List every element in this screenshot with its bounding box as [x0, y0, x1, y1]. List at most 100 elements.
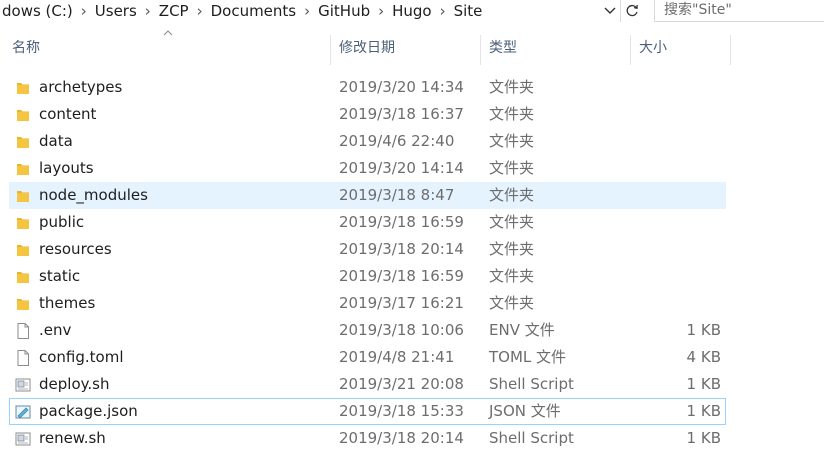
file-modified-date: 2019/3/18 20:14 [339, 429, 464, 447]
file-row[interactable]: package.json 2019/3/18 15:33 JSON 文件 1 KB [9, 398, 726, 425]
file-size: 1 KB [686, 402, 721, 420]
breadcrumb-separator[interactable]: › [434, 0, 452, 22]
breadcrumb-zcp[interactable]: ZCP [157, 0, 191, 22]
column-header-size-label: 大小 [639, 40, 667, 56]
file-type: TOML 文件 [489, 348, 567, 366]
file-row[interactable]: config.toml 2019/4/8 21:41 TOML 文件 4 KB [9, 344, 726, 371]
breadcrumb-users[interactable]: Users [93, 0, 139, 22]
file-modified-date: 2019/4/8 21:41 [339, 348, 455, 366]
file-row[interactable]: .env 2019/3/18 10:06 ENV 文件 1 KB [9, 317, 726, 344]
file-type: 文件夹 [489, 213, 535, 231]
column-header-name[interactable]: 名称 [3, 30, 330, 65]
address-history-dropdown[interactable] [602, 1, 618, 21]
file-modified-date: 2019/3/21 20:08 [339, 375, 464, 393]
file-type: 文件夹 [489, 267, 535, 285]
file-modified-date: 2019/3/18 10:06 [339, 321, 464, 339]
file-name: renew.sh [39, 429, 106, 447]
file-type: ENV 文件 [489, 321, 555, 339]
file-name: public [39, 213, 85, 231]
file-modified-date: 2019/3/18 16:37 [339, 105, 464, 123]
column-header-row: 名称 修改日期 类型 大小 [0, 30, 824, 65]
file-row[interactable]: themes 2019/3/17 16:21 文件夹 [9, 290, 726, 317]
column-header-type[interactable]: 类型 [480, 32, 630, 65]
breadcrumb-separator[interactable]: › [75, 0, 93, 22]
breadcrumb-documents[interactable]: Documents [209, 0, 299, 22]
breadcrumb-separator[interactable]: › [298, 0, 316, 22]
chevron-down-icon [604, 7, 616, 14]
folder-icon [14, 160, 32, 178]
breadcrumb-separator[interactable]: › [372, 0, 390, 22]
column-header-name-label: 名称 [12, 40, 40, 56]
file-row[interactable]: static 2019/3/18 16:59 文件夹 [9, 263, 726, 290]
file-type: 文件夹 [489, 186, 535, 204]
shell-script-icon [14, 376, 32, 394]
file-row[interactable]: archetypes 2019/3/20 14:34 文件夹 [9, 74, 726, 101]
file-row[interactable]: node_modules 2019/3/18 8:47 文件夹 [9, 182, 726, 209]
file-size: 4 KB [686, 348, 721, 366]
column-divider[interactable] [730, 35, 731, 65]
file-modified-date: 2019/3/18 15:33 [339, 402, 464, 420]
file-size: 1 KB [686, 429, 721, 447]
file-modified-date: 2019/4/6 22:40 [339, 132, 455, 150]
file-modified-date: 2019/3/18 20:14 [339, 240, 464, 258]
sort-ascending-icon [163, 30, 173, 36]
column-header-size[interactable]: 大小 [630, 32, 730, 65]
refresh-icon [626, 4, 638, 17]
file-name: config.toml [39, 348, 124, 366]
file-name: layouts [39, 159, 94, 177]
column-header-modified[interactable]: 修改日期 [330, 32, 480, 65]
file-type: Shell Script [489, 375, 574, 393]
breadcrumb-separator[interactable]: › [191, 0, 209, 22]
refresh-button[interactable] [620, 0, 643, 22]
breadcrumb-hugo[interactable]: Hugo [390, 0, 434, 22]
address-bar[interactable]: dows (C:) › Users › ZCP › Documents › Gi… [0, 0, 600, 22]
shell-script-icon [14, 430, 32, 448]
folder-icon [14, 295, 32, 313]
file-size: 1 KB [686, 375, 721, 393]
file-icon [14, 322, 32, 340]
breadcrumb-drive[interactable]: dows (C:) [0, 0, 75, 22]
file-type: 文件夹 [489, 240, 535, 258]
breadcrumb-github[interactable]: GitHub [316, 0, 372, 22]
file-name: content [39, 105, 97, 123]
file-name: archetypes [39, 78, 123, 96]
folder-icon [14, 268, 32, 286]
file-name: resources [39, 240, 112, 258]
file-row[interactable]: content 2019/3/18 16:37 文件夹 [9, 101, 726, 128]
file-type: Shell Script [489, 429, 574, 447]
folder-icon [14, 187, 32, 205]
json-file-icon [14, 403, 32, 421]
breadcrumb-site[interactable]: Site [452, 0, 485, 22]
folder-icon [14, 106, 32, 124]
file-modified-date: 2019/3/18 16:59 [339, 267, 464, 285]
file-modified-date: 2019/3/18 16:59 [339, 213, 464, 231]
file-modified-date: 2019/3/20 14:34 [339, 78, 464, 96]
file-modified-date: 2019/3/18 8:47 [339, 186, 455, 204]
file-size: 1 KB [686, 321, 721, 339]
file-name: package.json [39, 402, 138, 420]
file-name: node_modules [39, 186, 148, 204]
file-name: data [39, 132, 73, 150]
file-type: 文件夹 [489, 294, 535, 312]
file-modified-date: 2019/3/20 14:14 [339, 159, 464, 177]
file-row[interactable]: resources 2019/3/18 20:14 文件夹 [9, 236, 726, 263]
file-modified-date: 2019/3/17 16:21 [339, 294, 464, 312]
file-name: themes [39, 294, 96, 312]
file-name: deploy.sh [39, 375, 110, 393]
file-row[interactable]: public 2019/3/18 16:59 文件夹 [9, 209, 726, 236]
file-type: 文件夹 [489, 132, 535, 150]
folder-icon [14, 214, 32, 232]
breadcrumb-separator[interactable]: › [139, 0, 157, 22]
file-row[interactable]: renew.sh 2019/3/18 20:14 Shell Script 1 KB [9, 425, 726, 452]
file-name: .env [39, 321, 72, 339]
file-type: 文件夹 [489, 105, 535, 123]
folder-icon [14, 241, 32, 259]
file-type: JSON 文件 [489, 402, 561, 420]
file-row[interactable]: layouts 2019/3/20 14:14 文件夹 [9, 155, 726, 182]
search-input[interactable]: 搜索"Site" [654, 0, 824, 22]
file-row[interactable]: data 2019/4/6 22:40 文件夹 [9, 128, 726, 155]
file-type: 文件夹 [489, 78, 535, 96]
file-row[interactable]: deploy.sh 2019/3/21 20:08 Shell Script 1 KB [9, 371, 726, 398]
folder-icon [14, 79, 32, 97]
file-name: static [39, 267, 81, 285]
